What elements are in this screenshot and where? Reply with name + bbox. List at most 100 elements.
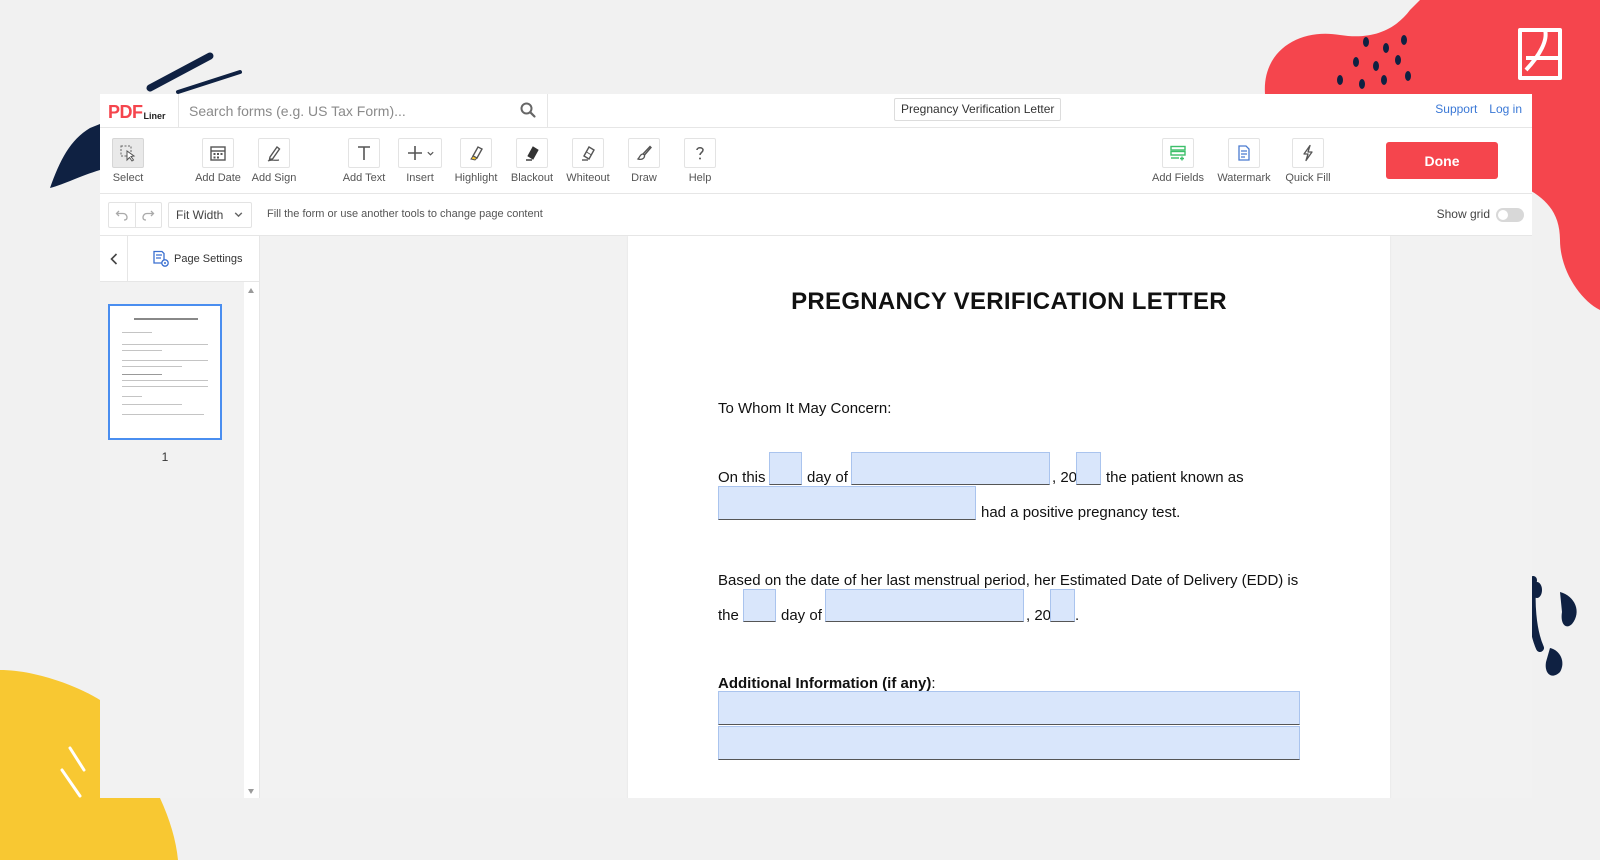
- chevron-left-icon: [109, 253, 117, 265]
- page-settings-label: Page Settings: [174, 253, 243, 265]
- p1-patient-text: the patient known as: [1106, 469, 1244, 486]
- fields-icon: [1170, 145, 1186, 161]
- additional-info-field-1[interactable]: [718, 691, 1300, 725]
- page-thumbnail[interactable]: [108, 304, 222, 440]
- brush-icon: [636, 145, 652, 161]
- scroll-down-arrow[interactable]: [248, 789, 254, 794]
- page-settings-icon: [153, 250, 169, 267]
- secondary-toolbar: Fit Width Fill the form or use another t…: [100, 194, 1532, 236]
- eraser-icon: [582, 146, 595, 161]
- top-links: Support Log in: [1435, 102, 1522, 116]
- tool-highlight[interactable]: Highlight: [448, 138, 504, 184]
- tool-select[interactable]: Select: [100, 138, 156, 184]
- sidebar-scrollbar[interactable]: [244, 282, 259, 798]
- tool-add-sign[interactable]: Add Sign: [246, 138, 302, 184]
- tool-blackout[interactable]: Blackout: [504, 138, 560, 184]
- text-icon: [358, 146, 370, 160]
- tool-watermark[interactable]: Watermark: [1216, 138, 1272, 184]
- page-sidebar: Page Settings 1: [100, 236, 260, 798]
- patient-name-field[interactable]: [718, 486, 976, 520]
- tool-whiteout[interactable]: Whiteout: [560, 138, 616, 184]
- tool-label: Help: [688, 172, 712, 184]
- chevron-down-icon: [426, 151, 434, 156]
- chevron-down-icon: [234, 212, 243, 218]
- tool-label: Watermark: [1217, 172, 1271, 184]
- additional-info-label: Additional Information (if any):: [718, 675, 936, 692]
- document-title[interactable]: Pregnancy Verification Letter: [894, 98, 1062, 121]
- collapse-sidebar-button[interactable]: [100, 236, 128, 282]
- tool-insert[interactable]: Insert: [392, 138, 448, 184]
- p2-day-of: day of: [781, 607, 822, 624]
- logo-pdf-text: PDF: [108, 102, 143, 122]
- highlighter-icon: [470, 146, 483, 161]
- logo-liner-text: Liner: [143, 111, 166, 121]
- additional-info-bold: Additional Information (if any): [718, 675, 932, 692]
- page-settings-button[interactable]: Page Settings: [152, 250, 243, 268]
- undo-redo-group: [108, 202, 162, 228]
- zoom-select[interactable]: Fit Width: [168, 202, 252, 228]
- support-link[interactable]: Support: [1435, 102, 1477, 116]
- main-toolbar: Select Add Date Add Sign Add Text Insert…: [100, 128, 1532, 194]
- pdfliner-logo[interactable]: PDF Liner: [108, 100, 166, 122]
- edd-month-field[interactable]: [825, 589, 1024, 622]
- login-link[interactable]: Log in: [1489, 102, 1522, 116]
- tool-label: Draw: [631, 172, 657, 184]
- undo-button[interactable]: [109, 203, 135, 227]
- additional-info-field-2[interactable]: [718, 726, 1300, 760]
- blackout-icon: [526, 146, 539, 161]
- month-field[interactable]: [851, 452, 1050, 485]
- letter-title: PREGNANCY VERIFICATION LETTER: [791, 288, 1227, 315]
- tool-help[interactable]: Help: [672, 138, 728, 184]
- tool-label: Add Sign: [251, 172, 297, 184]
- pen-sign-icon: [267, 145, 281, 162]
- salutation: To Whom It May Concern:: [718, 400, 892, 417]
- p1-positive-text: had a positive pregnancy test.: [981, 504, 1181, 521]
- plus-icon: [407, 146, 422, 160]
- toolbar-hint: Fill the form or use another tools to ch…: [267, 208, 543, 220]
- edd-day-field[interactable]: [743, 589, 776, 622]
- day-field[interactable]: [769, 452, 802, 485]
- cursor-icon: [120, 145, 136, 162]
- tool-add-fields[interactable]: Add Fields: [1150, 138, 1206, 184]
- p2-line1: Based on the date of her last menstrual …: [718, 572, 1299, 589]
- pdf-editor-window: PDF Liner Pregnancy Verification Letter …: [100, 94, 1532, 798]
- document-viewport: PREGNANCY VERIFICATION LETTER To Whom It…: [260, 236, 1532, 798]
- lightning-icon: [1303, 144, 1313, 162]
- tool-add-text[interactable]: Add Text: [336, 138, 392, 184]
- tool-draw[interactable]: Draw: [616, 138, 672, 184]
- tool-add-date[interactable]: Add Date: [190, 138, 246, 184]
- document-page: PREGNANCY VERIFICATION LETTER To Whom It…: [628, 236, 1390, 798]
- p1-year-prefix: , 20: [1052, 469, 1078, 486]
- redo-button[interactable]: [134, 203, 162, 227]
- p1-on-this: On this: [718, 469, 766, 486]
- edd-year-field[interactable]: [1050, 589, 1075, 622]
- tool-label: Add Fields: [1152, 172, 1204, 184]
- additional-info-colon: :: [931, 675, 936, 692]
- tool-label: Blackout: [510, 172, 554, 184]
- year-field[interactable]: [1076, 452, 1101, 485]
- done-button[interactable]: Done: [1386, 142, 1498, 179]
- search-box: [178, 94, 548, 127]
- tool-label: Quick Fill: [1285, 172, 1331, 184]
- p2-end-period: .: [1075, 607, 1080, 624]
- top-bar: PDF Liner Pregnancy Verification Letter …: [100, 94, 1532, 128]
- undo-icon: [115, 210, 128, 221]
- tool-quick-fill[interactable]: Quick Fill: [1280, 138, 1336, 184]
- zoom-value: Fit Width: [176, 208, 224, 222]
- search-icon[interactable]: [519, 101, 537, 119]
- search-input[interactable]: [189, 101, 499, 121]
- tool-label: Select: [112, 172, 144, 184]
- p1-day-of: day of: [807, 469, 848, 486]
- question-icon: [696, 147, 704, 160]
- show-grid-label: Show grid: [1436, 207, 1490, 221]
- p2-the: the: [718, 607, 739, 624]
- sidebar-header: Page Settings: [100, 236, 260, 282]
- tool-label: Add Date: [195, 172, 241, 184]
- tool-label: Insert: [406, 172, 434, 184]
- tool-label: Add Text: [342, 172, 386, 184]
- scroll-up-arrow[interactable]: [248, 288, 254, 293]
- thumbnail-list: 1: [100, 282, 244, 798]
- page-number: 1: [161, 450, 169, 464]
- show-grid-toggle[interactable]: [1496, 208, 1524, 222]
- calendar-icon: [210, 146, 226, 161]
